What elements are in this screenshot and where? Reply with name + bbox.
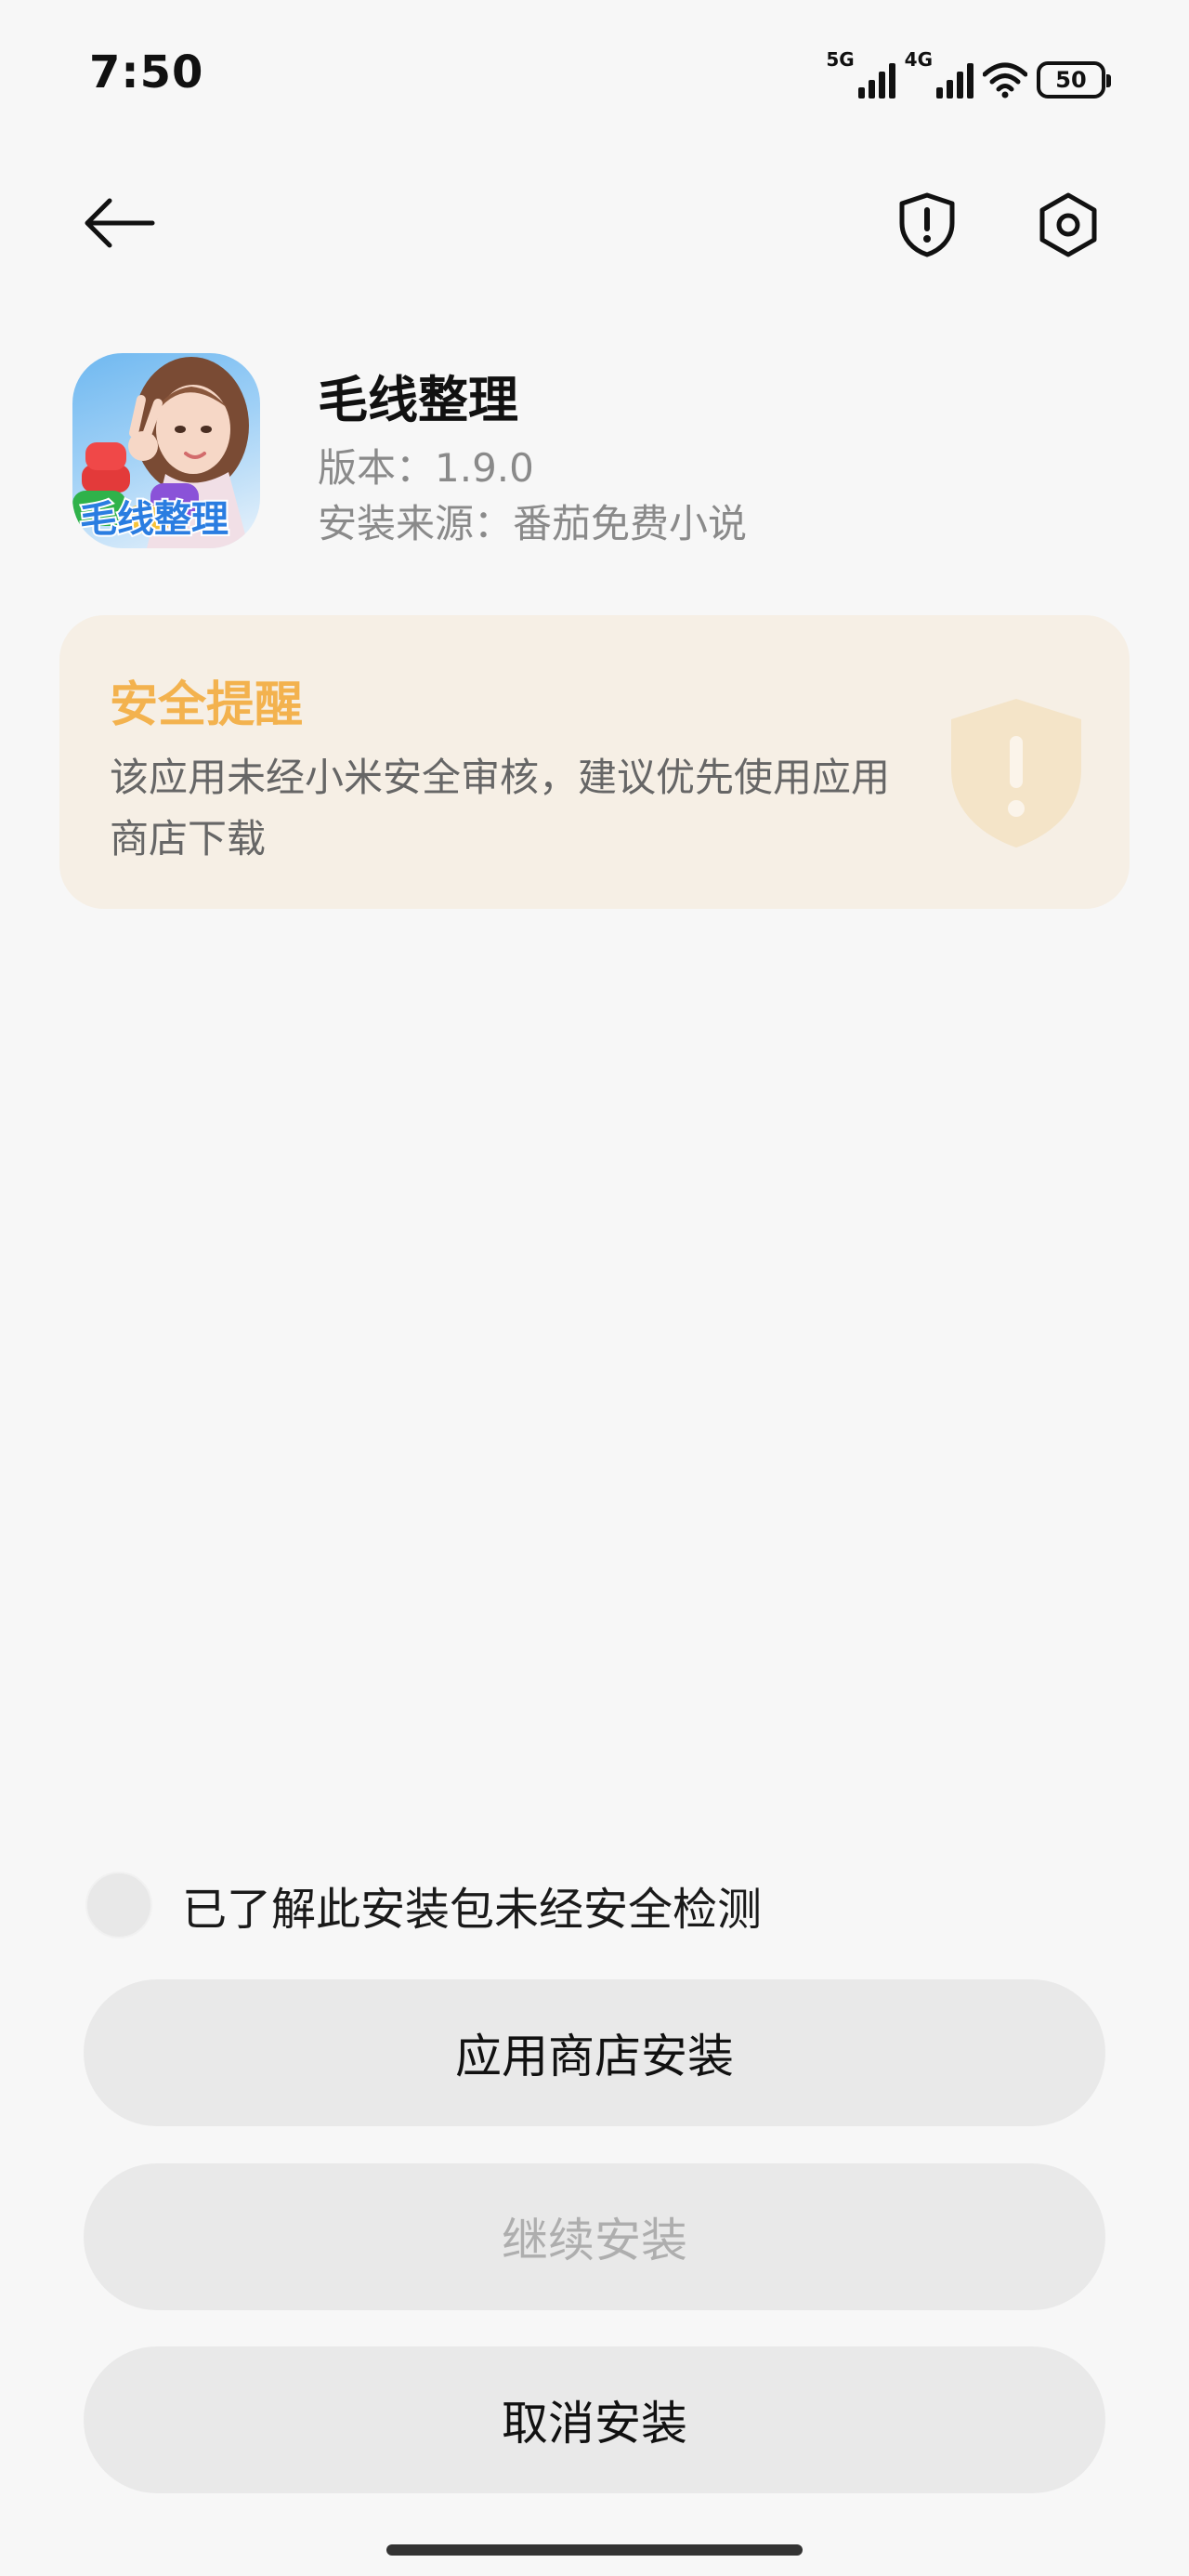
cancel-install-button[interactable]: 取消安装 bbox=[84, 2346, 1105, 2493]
status-time: 7:50 bbox=[89, 46, 204, 99]
back-button[interactable] bbox=[72, 186, 165, 260]
warning-text: 该应用未经小米安全审核，建议优先使用应用商店下载 bbox=[110, 755, 891, 861]
app-version: 版本：1.9.0 bbox=[318, 445, 534, 491]
network-4g-label: 4G bbox=[904, 48, 933, 71]
back-arrow-icon bbox=[85, 198, 155, 248]
app-icon: 毛线整理 bbox=[72, 353, 260, 548]
shield-alert-icon bbox=[899, 192, 955, 257]
home-indicator[interactable] bbox=[386, 2544, 803, 2556]
app-store-install-button[interactable]: 应用商店安装 bbox=[84, 1979, 1105, 2126]
app-name: 毛线整理 bbox=[318, 371, 518, 429]
status-bar: 7:50 5G 4G 50 bbox=[0, 0, 1189, 149]
settings-icon bbox=[1039, 192, 1097, 257]
wifi-icon bbox=[983, 62, 1027, 99]
status-icons: 5G 4G 50 bbox=[826, 48, 1111, 99]
battery-icon: 50 bbox=[1037, 61, 1111, 99]
acknowledge-label: 已了解此安装包未经安全检测 bbox=[182, 1884, 763, 1936]
signal-icon-2 bbox=[936, 61, 973, 99]
settings-button[interactable] bbox=[1024, 186, 1113, 264]
security-check-button[interactable] bbox=[882, 186, 972, 264]
signal-icon bbox=[857, 61, 895, 99]
security-warning-card: 安全提醒 该应用未经小米安全审核，建议优先使用应用商店下载 bbox=[59, 615, 1130, 909]
warning-shield-icon bbox=[951, 699, 1081, 848]
continue-install-button[interactable]: 继续安装 bbox=[84, 2163, 1105, 2310]
warning-title: 安全提醒 bbox=[110, 677, 304, 733]
app-icon-artwork: 毛线整理 bbox=[72, 357, 249, 548]
acknowledge-row[interactable]: 已了解此安装包未经安全检测 bbox=[85, 1868, 762, 1942]
app-icon-title: 毛线整理 bbox=[80, 498, 229, 541]
install-source: 安装来源：番茄免费小说 bbox=[318, 501, 748, 546]
network-5g-label: 5G bbox=[826, 48, 855, 71]
acknowledge-checkbox[interactable] bbox=[85, 1872, 152, 1939]
